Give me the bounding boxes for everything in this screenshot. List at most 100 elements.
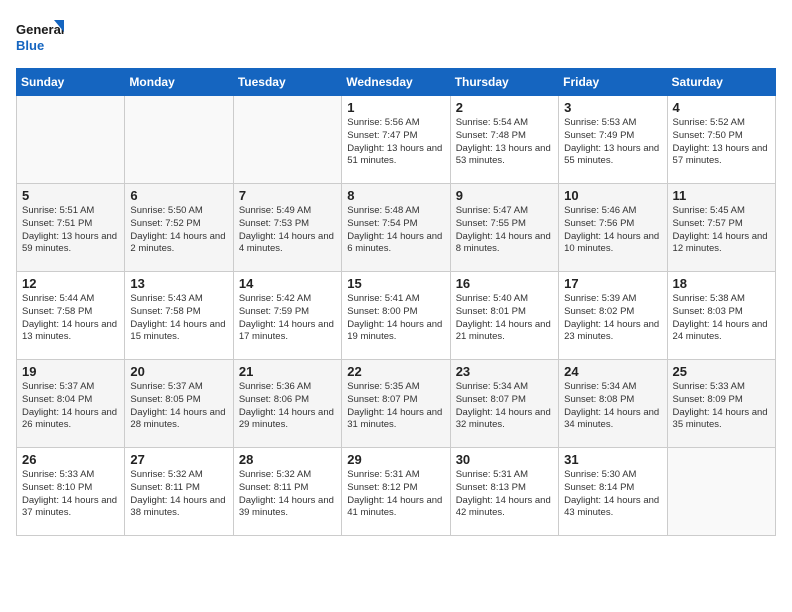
cell-info: Sunrise: 5:43 AM Sunset: 7:58 PM Dayligh… — [130, 293, 227, 344]
day-number: 7 — [239, 188, 336, 203]
calendar-cell: 11 Sunrise: 5:45 AM Sunset: 7:57 PM Dayli… — [667, 184, 775, 272]
day-number: 14 — [239, 276, 336, 291]
day-number: 26 — [22, 452, 119, 467]
day-number: 13 — [130, 276, 227, 291]
day-number: 4 — [673, 100, 770, 115]
calendar-cell: 10 Sunrise: 5:46 AM Sunset: 7:56 PM Dayli… — [559, 184, 667, 272]
calendar-cell: 28 Sunrise: 5:32 AM Sunset: 8:11 PM Dayli… — [233, 448, 341, 536]
calendar-cell: 27 Sunrise: 5:32 AM Sunset: 8:11 PM Dayli… — [125, 448, 233, 536]
day-number: 31 — [564, 452, 661, 467]
weekday-header-wednesday: Wednesday — [342, 69, 450, 96]
cell-info: Sunrise: 5:33 AM Sunset: 8:09 PM Dayligh… — [673, 381, 770, 432]
cell-info: Sunrise: 5:30 AM Sunset: 8:14 PM Dayligh… — [564, 469, 661, 520]
day-number: 28 — [239, 452, 336, 467]
calendar-cell: 20 Sunrise: 5:37 AM Sunset: 8:05 PM Dayli… — [125, 360, 233, 448]
cell-info: Sunrise: 5:37 AM Sunset: 8:04 PM Dayligh… — [22, 381, 119, 432]
day-number: 11 — [673, 188, 770, 203]
calendar-cell: 8Sunrise: 5:48 AM Sunset: 7:54 PM Daylig… — [342, 184, 450, 272]
cell-info: Sunrise: 5:42 AM Sunset: 7:59 PM Dayligh… — [239, 293, 336, 344]
calendar-cell: 30 Sunrise: 5:31 AM Sunset: 8:13 PM Dayli… — [450, 448, 558, 536]
cell-info: Sunrise: 5:32 AM Sunset: 8:11 PM Dayligh… — [130, 469, 227, 520]
weekday-header-row: SundayMondayTuesdayWednesdayThursdayFrid… — [17, 69, 776, 96]
day-number: 22 — [347, 364, 444, 379]
cell-info: Sunrise: 5:45 AM Sunset: 7:57 PM Dayligh… — [673, 205, 770, 256]
day-number: 3 — [564, 100, 661, 115]
day-number: 21 — [239, 364, 336, 379]
calendar-cell: 25 Sunrise: 5:33 AM Sunset: 8:09 PM Dayli… — [667, 360, 775, 448]
day-number: 23 — [456, 364, 553, 379]
day-number: 16 — [456, 276, 553, 291]
cell-info: Sunrise: 5:37 AM Sunset: 8:05 PM Dayligh… — [130, 381, 227, 432]
cell-info: Sunrise: 5:34 AM Sunset: 8:08 PM Dayligh… — [564, 381, 661, 432]
cell-info: Sunrise: 5:53 AM Sunset: 7:49 PM Dayligh… — [564, 117, 661, 168]
cell-info: Sunrise: 5:52 AM Sunset: 7:50 PM Dayligh… — [673, 117, 770, 168]
week-row-4: 19 Sunrise: 5:37 AM Sunset: 8:04 PM Dayli… — [17, 360, 776, 448]
calendar-cell: 9 Sunrise: 5:47 AM Sunset: 7:55 PM Daylig… — [450, 184, 558, 272]
weekday-header-sunday: Sunday — [17, 69, 125, 96]
day-number: 6 — [130, 188, 227, 203]
day-number: 19 — [22, 364, 119, 379]
day-number: 10 — [564, 188, 661, 203]
week-row-1: 1Sunrise: 5:56 AM Sunset: 7:47 PM Daylig… — [17, 96, 776, 184]
day-number: 18 — [673, 276, 770, 291]
cell-info: Sunrise: 5:49 AM Sunset: 7:53 PM Dayligh… — [239, 205, 336, 256]
day-number: 17 — [564, 276, 661, 291]
calendar-cell — [667, 448, 775, 536]
cell-info: Sunrise: 5:48 AM Sunset: 7:54 PM Dayligh… — [347, 205, 444, 256]
calendar-cell: 21 Sunrise: 5:36 AM Sunset: 8:06 PM Dayli… — [233, 360, 341, 448]
calendar-cell: 24Sunrise: 5:34 AM Sunset: 8:08 PM Dayli… — [559, 360, 667, 448]
cell-info: Sunrise: 5:41 AM Sunset: 8:00 PM Dayligh… — [347, 293, 444, 344]
cell-info: Sunrise: 5:56 AM Sunset: 7:47 PM Dayligh… — [347, 117, 444, 168]
week-row-5: 26 Sunrise: 5:33 AM Sunset: 8:10 PM Dayli… — [17, 448, 776, 536]
day-number: 12 — [22, 276, 119, 291]
weekday-header-thursday: Thursday — [450, 69, 558, 96]
calendar-cell: 26 Sunrise: 5:33 AM Sunset: 8:10 PM Dayli… — [17, 448, 125, 536]
calendar-cell: 13 Sunrise: 5:43 AM Sunset: 7:58 PM Dayli… — [125, 272, 233, 360]
cell-info: Sunrise: 5:51 AM Sunset: 7:51 PM Dayligh… — [22, 205, 119, 256]
cell-info: Sunrise: 5:32 AM Sunset: 8:11 PM Dayligh… — [239, 469, 336, 520]
calendar-cell — [17, 96, 125, 184]
svg-text:General: General — [16, 22, 64, 37]
cell-info: Sunrise: 5:46 AM Sunset: 7:56 PM Dayligh… — [564, 205, 661, 256]
calendar-cell: 15 Sunrise: 5:41 AM Sunset: 8:00 PM Dayli… — [342, 272, 450, 360]
calendar-cell: 1Sunrise: 5:56 AM Sunset: 7:47 PM Daylig… — [342, 96, 450, 184]
cell-info: Sunrise: 5:40 AM Sunset: 8:01 PM Dayligh… — [456, 293, 553, 344]
calendar-cell: 12 Sunrise: 5:44 AM Sunset: 7:58 PM Dayli… — [17, 272, 125, 360]
day-number: 27 — [130, 452, 227, 467]
day-number: 29 — [347, 452, 444, 467]
day-number: 15 — [347, 276, 444, 291]
calendar-cell: 22 Sunrise: 5:35 AM Sunset: 8:07 PM Dayli… — [342, 360, 450, 448]
page-header: General Blue — [16, 16, 776, 60]
cell-info: Sunrise: 5:31 AM Sunset: 8:13 PM Dayligh… — [456, 469, 553, 520]
cell-info: Sunrise: 5:35 AM Sunset: 8:07 PM Dayligh… — [347, 381, 444, 432]
weekday-header-saturday: Saturday — [667, 69, 775, 96]
cell-info: Sunrise: 5:33 AM Sunset: 8:10 PM Dayligh… — [22, 469, 119, 520]
cell-info: Sunrise: 5:34 AM Sunset: 8:07 PM Dayligh… — [456, 381, 553, 432]
calendar-cell: 14 Sunrise: 5:42 AM Sunset: 7:59 PM Dayli… — [233, 272, 341, 360]
cell-info: Sunrise: 5:39 AM Sunset: 8:02 PM Dayligh… — [564, 293, 661, 344]
calendar-cell: 6 Sunrise: 5:50 AM Sunset: 7:52 PM Daylig… — [125, 184, 233, 272]
cell-info: Sunrise: 5:47 AM Sunset: 7:55 PM Dayligh… — [456, 205, 553, 256]
logo: General Blue — [16, 16, 66, 60]
logo-svg: General Blue — [16, 16, 66, 60]
calendar-table: SundayMondayTuesdayWednesdayThursdayFrid… — [16, 68, 776, 536]
calendar-cell: 7 Sunrise: 5:49 AM Sunset: 7:53 PM Daylig… — [233, 184, 341, 272]
calendar-cell: 16 Sunrise: 5:40 AM Sunset: 8:01 PM Dayli… — [450, 272, 558, 360]
cell-info: Sunrise: 5:31 AM Sunset: 8:12 PM Dayligh… — [347, 469, 444, 520]
calendar-cell: 23 Sunrise: 5:34 AM Sunset: 8:07 PM Dayli… — [450, 360, 558, 448]
calendar-cell: 31 Sunrise: 5:30 AM Sunset: 8:14 PM Dayli… — [559, 448, 667, 536]
cell-info: Sunrise: 5:36 AM Sunset: 8:06 PM Dayligh… — [239, 381, 336, 432]
cell-info: Sunrise: 5:44 AM Sunset: 7:58 PM Dayligh… — [22, 293, 119, 344]
day-number: 5 — [22, 188, 119, 203]
week-row-2: 5 Sunrise: 5:51 AM Sunset: 7:51 PM Daylig… — [17, 184, 776, 272]
calendar-cell: 18Sunrise: 5:38 AM Sunset: 8:03 PM Dayli… — [667, 272, 775, 360]
day-number: 9 — [456, 188, 553, 203]
day-number: 30 — [456, 452, 553, 467]
day-number: 25 — [673, 364, 770, 379]
weekday-header-tuesday: Tuesday — [233, 69, 341, 96]
week-row-3: 12 Sunrise: 5:44 AM Sunset: 7:58 PM Dayli… — [17, 272, 776, 360]
calendar-cell: 4 Sunrise: 5:52 AM Sunset: 7:50 PM Daylig… — [667, 96, 775, 184]
calendar-cell: 19 Sunrise: 5:37 AM Sunset: 8:04 PM Dayli… — [17, 360, 125, 448]
cell-info: Sunrise: 5:50 AM Sunset: 7:52 PM Dayligh… — [130, 205, 227, 256]
day-number: 20 — [130, 364, 227, 379]
